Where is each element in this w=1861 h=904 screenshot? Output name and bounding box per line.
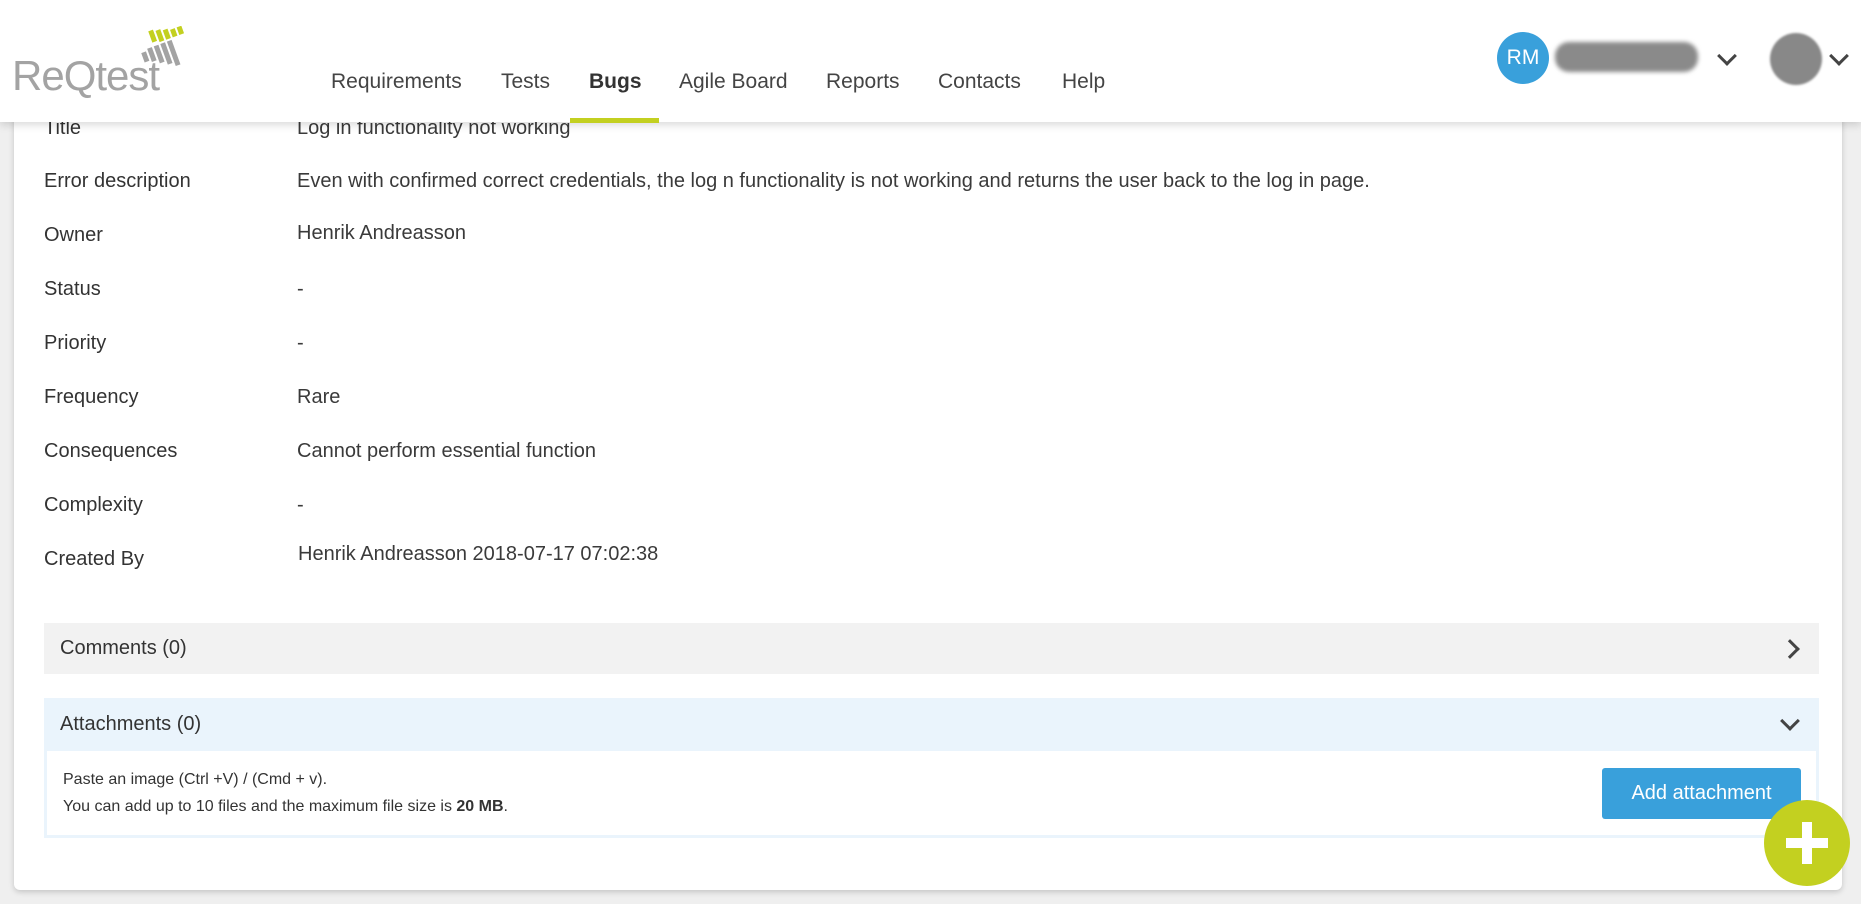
field-label: Error description [44,170,191,192]
field-value: Rare [297,386,341,408]
add-plus-fab-button[interactable] [1764,800,1850,886]
attachments-panel-header[interactable]: Attachments (0) [44,698,1819,751]
add-attachment-button[interactable]: Add attachment [1602,768,1801,819]
field-label: Complexity [44,494,143,516]
user-menu-chevron-down-icon[interactable] [1717,46,1737,66]
nav-tests[interactable]: Tests [501,70,550,94]
comments-panel-header[interactable]: Comments (0) [44,623,1819,674]
nav-help[interactable]: Help [1062,70,1105,94]
max-file-size: 20 MB [456,798,504,815]
nav-bugs[interactable]: Bugs [589,70,642,94]
attachments-panel-body: Paste an image (Ctrl +V) / (Cmd + v). Yo… [44,751,1819,838]
redacted-user-name [1555,42,1698,72]
field-label: Created By [44,548,145,570]
field-label: Frequency [44,386,139,408]
paste-hint: Paste an image (Ctrl +V) / (Cmd + v). [63,771,328,788]
file-limit-suffix: . [503,798,508,815]
field-value: Henrik Andreasson 2018-07-17 07:02:38 [298,543,659,565]
field-value: Henrik Andreasson [297,222,466,244]
account-avatar[interactable] [1770,33,1822,85]
comments-title: Comments (0) [60,637,187,659]
attachments-title: Attachments (0) [60,713,202,735]
field-label: Status [44,278,101,300]
user-avatar[interactable]: RM [1497,32,1549,84]
chevron-right-icon [1780,639,1800,659]
top-header: ReQtest Requirements Tests Bugs Agile Bo… [0,0,1861,123]
chevron-down-icon [1780,711,1800,731]
field-label: Priority [44,332,107,354]
active-tab-indicator [570,118,659,123]
nav-requirements[interactable]: Requirements [331,70,462,94]
field-value: - [297,332,304,354]
nav-agile-board[interactable]: Agile Board [679,70,788,94]
field-value: - [297,278,304,300]
file-limit-text: You can add up to 10 files and the maxim… [63,798,457,815]
nav-reports[interactable]: Reports [826,70,900,94]
field-label: Consequences [44,440,178,462]
nav-contacts[interactable]: Contacts [938,70,1021,94]
field-value: Cannot perform essential function [297,440,597,462]
reqtest-logo[interactable]: ReQtest [12,26,202,99]
field-label: Owner [44,224,103,246]
field-value: Even with confirmed correct credentials,… [297,170,1370,192]
field-value: - [297,494,304,516]
account-menu-chevron-down-icon[interactable] [1829,46,1849,66]
file-limit-hint: You can add up to 10 files and the maxim… [63,798,508,816]
logo-text: ReQtest [12,52,160,99]
